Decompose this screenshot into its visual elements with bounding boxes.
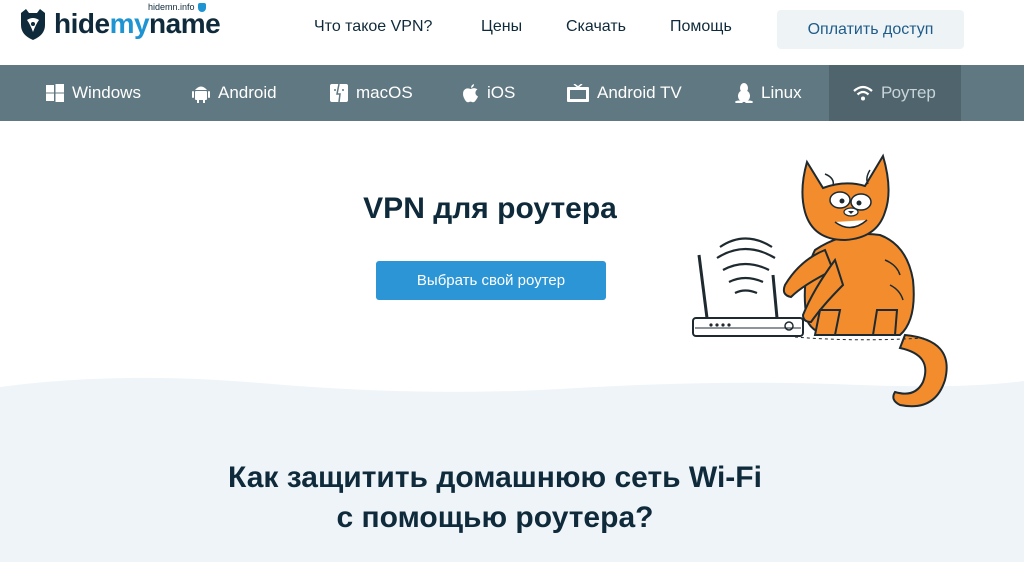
wifi-waves-icon	[716, 237, 776, 295]
tab-label: Роутер	[881, 83, 936, 102]
shield-cat-logo-icon	[21, 9, 45, 40]
tab-router[interactable]: Роутер	[829, 65, 961, 121]
nav-download[interactable]: Скачать	[566, 18, 626, 36]
page-title: VPN для роутера	[363, 192, 617, 225]
logo-wordmark: hidemyname	[54, 8, 221, 39]
tab-ios[interactable]: iOS	[462, 65, 515, 121]
section-heading: Как защитить домашнюю сеть Wi-Fi с помощ…	[200, 458, 790, 538]
section-heading-line2: с помощью роутера?	[336, 501, 654, 534]
cat-router-illustration	[692, 153, 948, 408]
tab-android[interactable]: Android	[192, 65, 277, 121]
pay-access-button[interactable]: Оплатить доступ	[777, 10, 964, 49]
tab-label: macOS	[356, 83, 413, 102]
tab-windows[interactable]: Windows	[46, 65, 141, 121]
tab-label: Android TV	[597, 83, 682, 102]
nav-prices[interactable]: Цены	[481, 18, 522, 36]
linux-icon	[735, 83, 753, 103]
finder-icon	[330, 84, 348, 102]
tab-macos[interactable]: macOS	[330, 65, 413, 121]
tab-android-tv[interactable]: Android TV	[567, 65, 682, 121]
windows-icon	[46, 84, 64, 102]
android-icon	[192, 86, 210, 103]
site-header: hidemyname hidemn.info Что такое VPN? Це…	[0, 0, 1024, 65]
domain-label: hidemn.info	[148, 2, 206, 12]
tab-label: Android	[218, 83, 277, 102]
nav-help[interactable]: Помощь	[670, 18, 732, 36]
choose-router-button[interactable]: Выбрать свой роутер	[376, 261, 606, 300]
section-heading-line1: Как защитить домашнюю сеть Wi-Fi	[228, 461, 762, 494]
platform-tabs: Windows Android macOS iOS Android TV Lin…	[0, 65, 1024, 121]
tab-label: iOS	[487, 83, 516, 102]
shield-badge-icon	[197, 2, 206, 12]
nav-what-is-vpn[interactable]: Что такое VPN?	[314, 18, 432, 36]
tab-label: Linux	[761, 83, 802, 102]
orange-cat-illustration	[782, 153, 948, 408]
tab-linux[interactable]: Linux	[735, 65, 802, 121]
wifi-icon	[853, 85, 873, 101]
tv-icon	[567, 84, 589, 102]
tab-label: Windows	[72, 83, 141, 102]
apple-icon	[463, 83, 478, 102]
